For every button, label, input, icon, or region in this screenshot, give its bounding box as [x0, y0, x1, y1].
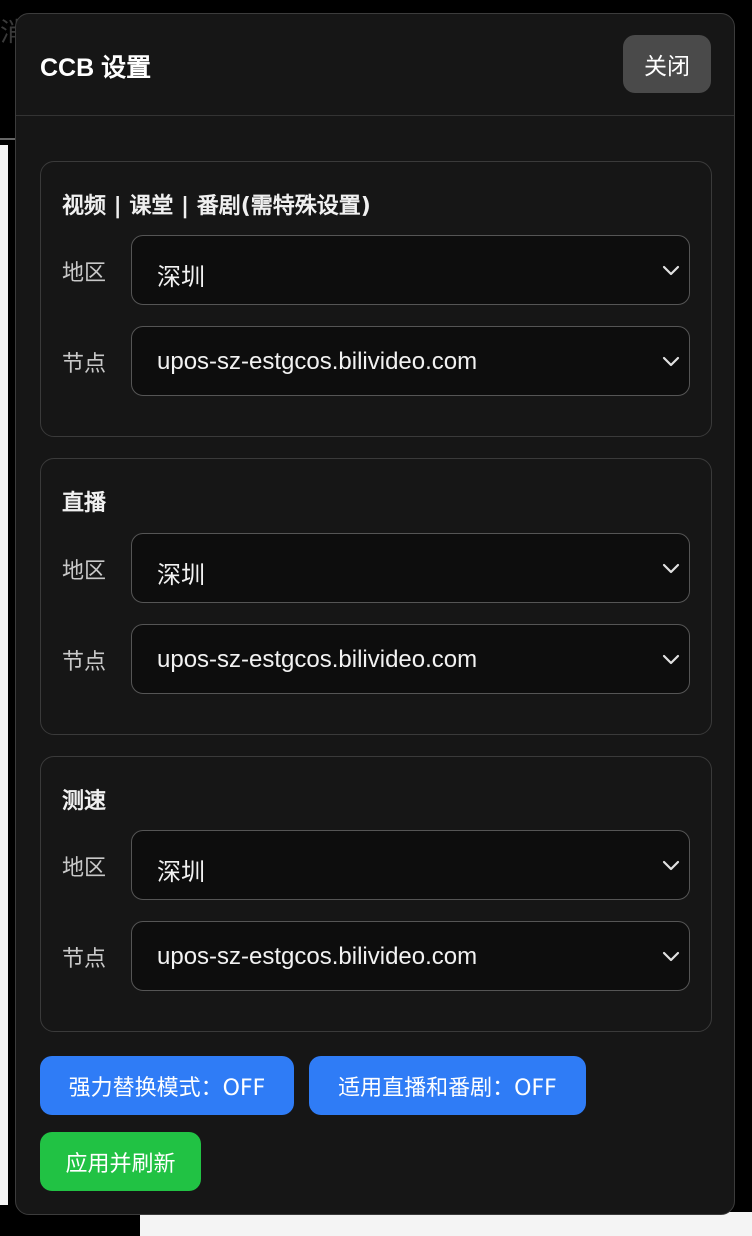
- region-value: 深圳: [157, 859, 205, 886]
- modal-title: CCB 设置: [40, 54, 152, 82]
- background-page-edge: [0, 145, 8, 1205]
- background-page-bottom: [140, 1212, 752, 1236]
- region-label: 地区: [62, 559, 107, 584]
- region-select[interactable]: 深圳: [131, 830, 690, 900]
- region-label: 地区: [62, 261, 107, 286]
- node-label: 节点: [62, 650, 107, 675]
- chevron-down-icon: [662, 654, 680, 665]
- chevron-down-icon: [662, 860, 680, 871]
- region-label: 地区: [62, 856, 107, 881]
- node-row: 节点 upos-sz-estgcos.bilivideo.com: [62, 921, 690, 991]
- node-value: upos-sz-estgcos.bilivideo.com: [157, 943, 478, 970]
- settings-modal: CCB 设置 关闭 视频 | 课堂 | 番剧(需特殊设置) 地区 深圳 节点 u…: [15, 13, 735, 1215]
- node-value: upos-sz-estgcos.bilivideo.com: [157, 646, 478, 673]
- apply-live-bangumi-toggle-button[interactable]: 适用直播和番剧：OFF: [309, 1056, 586, 1115]
- apply-refresh-button[interactable]: 应用并刷新: [40, 1132, 201, 1191]
- node-row: 节点 upos-sz-estgcos.bilivideo.com: [62, 624, 690, 694]
- modal-header: CCB 设置 关闭: [16, 14, 734, 116]
- section-video: 视频 | 课堂 | 番剧(需特殊设置) 地区 深圳 节点 upos-sz-est…: [40, 161, 712, 437]
- chevron-down-icon: [662, 951, 680, 962]
- region-value: 深圳: [157, 562, 205, 589]
- node-label: 节点: [62, 352, 107, 377]
- section-title: 视频 | 课堂 | 番剧(需特殊设置): [62, 194, 371, 219]
- section-speedtest: 测速 地区 深圳 节点 upos-sz-estgcos.bilivideo.co…: [40, 756, 712, 1032]
- region-row: 地区 深圳: [62, 830, 690, 900]
- node-select[interactable]: upos-sz-estgcos.bilivideo.com: [131, 921, 690, 991]
- node-row: 节点 upos-sz-estgcos.bilivideo.com: [62, 326, 690, 396]
- node-select[interactable]: upos-sz-estgcos.bilivideo.com: [131, 624, 690, 694]
- section-title: 测速: [62, 789, 107, 814]
- region-select[interactable]: 深圳: [131, 533, 690, 603]
- node-label: 节点: [62, 947, 107, 972]
- force-replace-toggle-button[interactable]: 强力替换模式：OFF: [40, 1056, 294, 1115]
- node-select[interactable]: upos-sz-estgcos.bilivideo.com: [131, 326, 690, 396]
- region-row: 地区 深圳: [62, 533, 690, 603]
- region-row: 地区 深圳: [62, 235, 690, 305]
- section-title: 直播: [62, 491, 107, 516]
- close-button[interactable]: 关闭: [623, 35, 711, 93]
- region-select[interactable]: 深圳: [131, 235, 690, 305]
- section-live: 直播 地区 深圳 节点 upos-sz-estgcos.bilivideo.co…: [40, 458, 712, 735]
- chevron-down-icon: [662, 563, 680, 574]
- chevron-down-icon: [662, 356, 680, 367]
- chevron-down-icon: [662, 265, 680, 276]
- node-value: upos-sz-estgcos.bilivideo.com: [157, 348, 478, 375]
- region-value: 深圳: [157, 264, 205, 291]
